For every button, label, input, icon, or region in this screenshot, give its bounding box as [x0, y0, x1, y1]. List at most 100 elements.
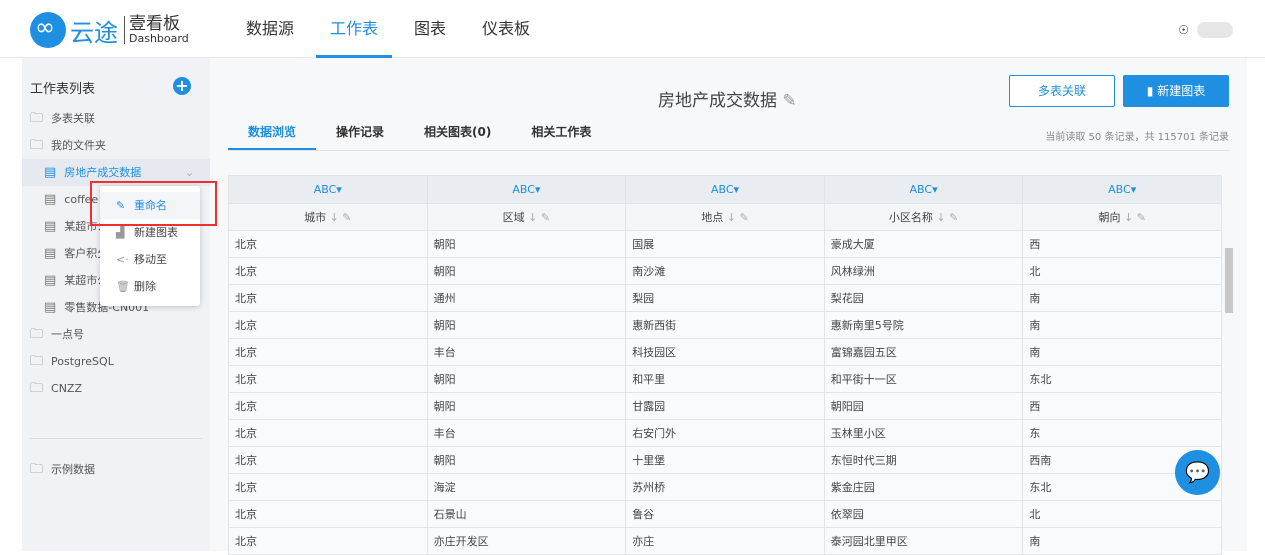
sidebar-item-label: CNZZ — [51, 382, 82, 395]
user-menu[interactable]: ☉ — [1178, 22, 1233, 38]
column-type-dropdown[interactable]: ABC▾ — [228, 175, 428, 204]
column-header: 小区名称 ↓ ✎ — [823, 203, 1024, 231]
file-icon: ▤ — [44, 165, 57, 180]
main-nav: 数据源 工作表 图表 仪表板 — [232, 0, 552, 58]
menu-label: 新建图表 — [134, 226, 178, 239]
table-row: 北京 石景山 鲁谷 依翠园北 — [228, 500, 1222, 528]
vertical-scrollbar[interactable] — [1224, 234, 1234, 551]
table-cell: 朝阳 — [426, 446, 627, 474]
logo[interactable]: 云途 壹看板Dashboard — [30, 12, 189, 48]
column-type-dropdown[interactable]: ABC▾ — [1022, 175, 1222, 204]
sidebar-item[interactable]: 🗀 多表关联 — [22, 105, 210, 132]
table-cell: 富锦嘉园五区 — [823, 338, 1024, 366]
worksheet-title: 房地产成交数据 — [658, 91, 777, 111]
table-cell: 梨花园 — [823, 284, 1024, 312]
tab-data-browse[interactable]: 数据浏览 — [228, 118, 317, 150]
logo-subtitle: Dashboard — [129, 32, 189, 45]
table-cell: 北京 — [228, 257, 428, 285]
sidebar-title: 工作表列表 — [30, 82, 96, 97]
menu-move-to[interactable]: <· 移动至 — [100, 246, 200, 273]
column-name: 区域 — [502, 211, 525, 224]
logo-title: 壹看板 — [129, 14, 180, 34]
nav-dashboard[interactable]: 仪表板 — [468, 0, 544, 58]
new-chart-button[interactable]: ▮ 新建图表 — [1123, 75, 1229, 107]
divider — [30, 438, 202, 439]
edit-column-icon[interactable]: ✎ — [541, 211, 550, 224]
table-cell: 北京 — [228, 419, 428, 447]
edit-column-icon[interactable]: ✎ — [1137, 211, 1146, 224]
table-cell: 北京 — [228, 446, 428, 474]
table-cell: 紫金庄园 — [823, 473, 1024, 501]
data-table: ABC▾ ABC▾ ABC▾ ABC▾ ABC▾ 城市 ↓ ✎ 区域 ↓ ✎ 地点 ↓ ✎ 小区… — [228, 175, 1222, 555]
sidebar-item-label: 一点号 — [51, 328, 85, 341]
column-type-dropdown[interactable]: ABC▾ — [625, 175, 825, 204]
table-cell: 右安门外 — [625, 419, 825, 447]
edit-column-icon[interactable]: ✎ — [739, 211, 748, 224]
nav-charts[interactable]: 图表 — [400, 0, 460, 58]
sidebar-item[interactable]: 🗀 CNZZ — [22, 375, 210, 402]
table-cell: 亦庄 — [625, 527, 825, 555]
top-header: 云途 壹看板Dashboard 数据源 工作表 图表 仪表板 ☉ — [0, 0, 1265, 58]
sidebar-item-label: 多表关联 — [51, 112, 96, 125]
tab-related-worksheets[interactable]: 相关工作表 — [511, 118, 611, 150]
folder-icon: 🗀 — [30, 354, 44, 369]
file-icon: ▤ — [44, 219, 57, 234]
table-cell: 甘露园 — [625, 392, 825, 420]
table-cell: 苏州桥 — [625, 473, 825, 501]
table-cell: 南 — [1022, 527, 1222, 555]
sidebar-item[interactable]: 🗀 我的文件夹 — [22, 132, 210, 159]
table-row: 北京 朝阳 和平里 和平街十一区 东北 — [228, 365, 1222, 393]
table-cell: 玉林里小区 — [823, 419, 1024, 447]
sort-icon[interactable]: ↓ — [933, 211, 949, 224]
table-cell: 朝阳 — [426, 365, 627, 393]
scrollbar-thumb[interactable] — [1225, 248, 1233, 313]
table-row: 北京 通州 梨园 梨花园南 — [228, 284, 1222, 312]
table-cell: 科技园区 — [625, 338, 825, 366]
highlight-box — [90, 181, 217, 226]
table-cell: 北京 — [228, 230, 428, 258]
menu-delete[interactable]: 🗑 删除 — [100, 273, 200, 300]
file-icon: ▤ — [44, 300, 57, 315]
table-cell: 南沙滩 — [625, 257, 825, 285]
sort-icon[interactable]: ↓ — [1120, 211, 1136, 224]
column-type-dropdown[interactable]: ABC▾ — [426, 175, 627, 204]
table-row: 北京 朝阳 南沙滩 风林绿洲北 — [228, 257, 1222, 285]
sidebar-item[interactable]: 🗀 PostgreSQL — [22, 348, 210, 375]
logo-name: 云途 — [70, 18, 118, 47]
edit-column-icon[interactable]: ✎ — [342, 211, 351, 224]
sort-icon[interactable]: ↓ — [326, 211, 342, 224]
sidebar-item[interactable]: 🗀 一点号 — [22, 321, 210, 348]
tab-related-charts[interactable]: 相关图表(0) — [404, 118, 511, 150]
table-cell: 和平里 — [625, 365, 825, 393]
edit-title-icon[interactable]: ✎ — [782, 91, 796, 111]
avatar — [1197, 22, 1233, 38]
table-cell: 十里堡 — [625, 446, 825, 474]
table-cell: 亦庄开发区 — [426, 527, 627, 555]
table-cell: 梨园 — [625, 284, 825, 312]
edit-column-icon[interactable]: ✎ — [949, 211, 958, 224]
column-header: 朝向 ↓ ✎ — [1022, 203, 1222, 231]
table-row: 北京 朝阳 国展 豪成大厦西 — [228, 230, 1222, 258]
table-cell: 海淀 — [426, 473, 627, 501]
nav-datasource[interactable]: 数据源 — [232, 0, 308, 58]
table-cell: 东 — [1022, 419, 1222, 447]
page-title: 房地产成交数据 ✎ — [658, 86, 797, 111]
menu-label: 删除 — [134, 280, 156, 293]
table-cell: 西 — [1022, 392, 1222, 420]
table-cell: 依翠园 — [823, 500, 1024, 528]
nav-worksheet[interactable]: 工作表 — [316, 0, 393, 58]
sort-icon[interactable]: ↓ — [723, 211, 739, 224]
tab-operation-log[interactable]: 操作记录 — [316, 118, 404, 150]
chat-support-button[interactable]: 💬 — [1175, 450, 1220, 495]
table-cell: 北京 — [228, 527, 428, 555]
sidebar-folder-sample[interactable]: 🗀 示例数据 — [22, 456, 210, 483]
multi-table-join-button[interactable]: 多表关联 — [1009, 75, 1115, 107]
table-cell: 北京 — [228, 392, 428, 420]
add-worksheet-button[interactable]: + — [173, 77, 191, 95]
table-cell: 北京 — [228, 473, 428, 501]
table-cell: 北 — [1022, 257, 1222, 285]
sort-icon[interactable]: ↓ — [525, 211, 541, 224]
sidebar-item-label: 示例数据 — [51, 463, 96, 476]
column-type-dropdown[interactable]: ABC▾ — [823, 175, 1024, 204]
table-row: 北京 海淀 苏州桥 紫金庄园 东北 — [228, 473, 1222, 501]
